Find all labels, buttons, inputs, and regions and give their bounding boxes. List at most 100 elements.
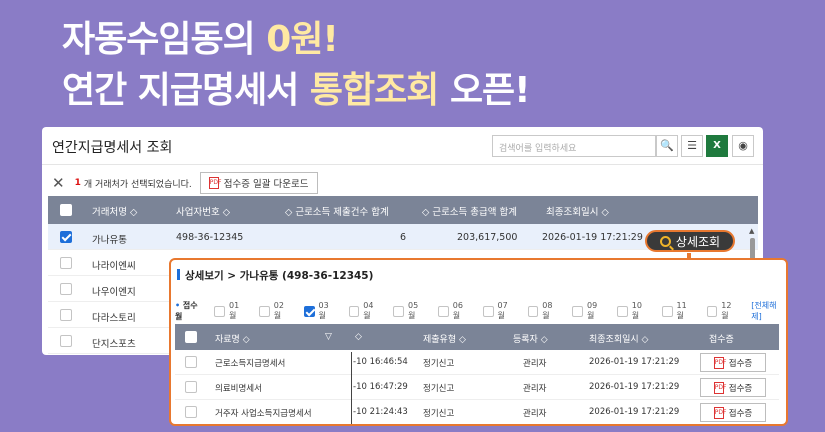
money-bag-icon[interactable]: ◉	[732, 135, 754, 157]
submission-count: 6	[400, 232, 407, 243]
month-checkbox[interactable]	[661, 305, 673, 317]
receipt-label: 접수증	[728, 383, 753, 394]
month-label: 04월	[363, 301, 374, 320]
month-option[interactable]: 09월	[572, 301, 604, 321]
month-checkbox[interactable]	[348, 305, 360, 317]
headline-text: 오픈!	[438, 70, 531, 111]
column-header-doc-name[interactable]: 자료명 ◇	[215, 332, 250, 345]
month-label: 01월	[229, 301, 240, 320]
column-header-amount[interactable]: ◇ 근로소득 총급액 합계	[422, 204, 517, 218]
month-option[interactable]: 08월	[527, 301, 560, 321]
column-header-registrant[interactable]: 등록자 ◇	[513, 332, 548, 345]
month-option[interactable]: 07월	[482, 301, 515, 321]
pdf-icon: PDF	[208, 177, 222, 189]
scroll-up-icon[interactable]: ▲	[749, 227, 754, 235]
client-name: 나라이엔씨	[92, 261, 136, 272]
submit-time: -10 16:46:54	[353, 357, 408, 367]
divider	[42, 164, 763, 165]
selected-count: 1	[74, 178, 81, 188]
column-header-name[interactable]: 거래처명 ◇	[92, 204, 137, 218]
month-option[interactable]: 06월	[438, 301, 470, 321]
detail-view-label: 상세조회	[675, 234, 721, 249]
month-option[interactable]: 03월	[303, 301, 336, 321]
month-option[interactable]: 04월	[348, 301, 381, 321]
column-header-last-viewed[interactable]: 최종조회일시 ◇	[546, 204, 609, 218]
submit-time: -10 16:47:29	[353, 382, 408, 392]
month-option[interactable]: 05월	[393, 301, 425, 321]
month-checkbox[interactable]	[706, 305, 718, 317]
reset-all-link[interactable]: [전체해제]	[751, 300, 786, 322]
column-header-type[interactable]: 제출유형 ◇	[423, 332, 466, 345]
panel-title: 연간지급명세서 조회	[52, 140, 173, 156]
month-label: 09월	[587, 301, 598, 320]
row-checkbox[interactable]	[60, 257, 72, 269]
detail-table-header: 자료명 ◇ ▽ ◇ 제출유형 ◇ 등록자 ◇ 최종조회일시 ◇ 접수증	[175, 324, 779, 350]
month-checkbox[interactable]	[393, 305, 404, 317]
row-checkbox[interactable]	[60, 283, 72, 295]
row-checkbox[interactable]	[60, 309, 72, 321]
detail-view-button[interactable]: 상세조회	[645, 230, 735, 252]
row-checkbox[interactable]	[185, 406, 197, 418]
row-checkbox[interactable]	[185, 356, 197, 368]
pdf-icon: PDF	[713, 381, 726, 394]
headline-highlight: 통합조회	[309, 70, 439, 111]
column-header-last-viewed[interactable]: 최종조회일시 ◇	[589, 332, 648, 345]
total-amount: 203,617,500	[457, 232, 518, 243]
selected-text: 개 거래처가 선택되었습니다.	[83, 179, 192, 190]
month-option[interactable]: 02월	[259, 301, 291, 321]
month-checkbox[interactable]	[617, 305, 628, 317]
selection-bar: ✕ 1 개 거래처가 선택되었습니다. PDF 접수증 일괄 다운로드	[52, 171, 318, 195]
doc-name: 근로소득지급명세서	[215, 359, 286, 369]
select-all-checkbox[interactable]	[185, 331, 197, 343]
table-row[interactable]: 근로소득지급명세서 -10 16:46:54 정기신고 관리자 2026-01-…	[175, 350, 779, 375]
month-label: 10월	[631, 301, 642, 320]
list-icon[interactable]: ☰	[681, 135, 703, 157]
filter-icon[interactable]: ▽	[325, 332, 332, 342]
month-label: 06월	[452, 301, 463, 320]
client-name: 다라스토리	[92, 313, 136, 324]
row-checkbox[interactable]	[185, 381, 197, 393]
month-label: 03월	[318, 301, 329, 320]
search-icon[interactable]: 🔍	[656, 135, 678, 157]
month-option[interactable]: 01월	[214, 301, 246, 321]
row-checkbox[interactable]	[60, 231, 72, 243]
month-label: 08월	[542, 301, 553, 320]
month-option[interactable]: 10월	[617, 301, 649, 321]
column-header-bizno[interactable]: 사업자번호 ◇	[176, 204, 230, 218]
table-row[interactable]: 의료비명세서 -10 16:47:29 정기신고 관리자 2026-01-19 …	[175, 375, 779, 400]
receipt-button[interactable]: PDF 접수증	[700, 353, 766, 372]
select-all-checkbox[interactable]	[60, 204, 72, 216]
receipt-button[interactable]: PDF 접수증	[700, 403, 766, 422]
month-label: 07월	[497, 301, 508, 320]
headline-highlight: 0원!	[266, 19, 339, 60]
headline-line-1: 자동수임동의 0원!	[62, 19, 339, 60]
month-checkbox[interactable]	[259, 305, 270, 317]
excel-icon[interactable]: X	[706, 135, 728, 157]
detail-title: 상세보기 > 가나유통 (498-36-12345)	[177, 268, 373, 283]
month-checkbox[interactable]	[572, 305, 583, 317]
last-viewed: 2026-01-19 17:21:29	[589, 407, 680, 417]
column-header-count[interactable]: ◇ 근로소득 제출건수 합계	[285, 204, 389, 218]
month-checkbox[interactable]	[482, 305, 494, 317]
headline-text: 자동수임동의	[62, 19, 267, 60]
bulk-download-label: 접수증 일괄 다운로드	[223, 179, 309, 190]
month-checkbox[interactable]	[527, 305, 539, 317]
receipt-button[interactable]: PDF 접수증	[700, 378, 766, 397]
row-checkbox[interactable]	[60, 335, 72, 347]
bulk-download-button[interactable]: PDF 접수증 일괄 다운로드	[199, 172, 318, 194]
search-input[interactable]: 검색어를 입력하세요	[492, 135, 656, 157]
period-label: 접수월	[175, 300, 204, 322]
month-checkbox[interactable]	[438, 305, 449, 317]
month-option[interactable]: 12월	[706, 301, 739, 321]
detail-title-text: 상세보기 > 가나유통 (498-36-12345)	[185, 270, 374, 282]
column-header-time[interactable]: ◇	[355, 332, 362, 342]
table-row[interactable]: 거주자 사업소득지급명세서 -10 21:24:43 정기신고 관리자 2026…	[175, 400, 779, 424]
close-icon[interactable]: ✕	[52, 174, 65, 192]
month-option[interactable]: 11월	[661, 301, 694, 321]
last-viewed: 2026-01-19 17:21:29	[589, 357, 680, 367]
month-checkbox[interactable]	[303, 305, 315, 317]
month-label: 11월	[676, 301, 687, 320]
registrant: 관리자	[523, 409, 547, 419]
month-label: 02월	[273, 301, 284, 320]
month-checkbox[interactable]	[214, 305, 225, 317]
